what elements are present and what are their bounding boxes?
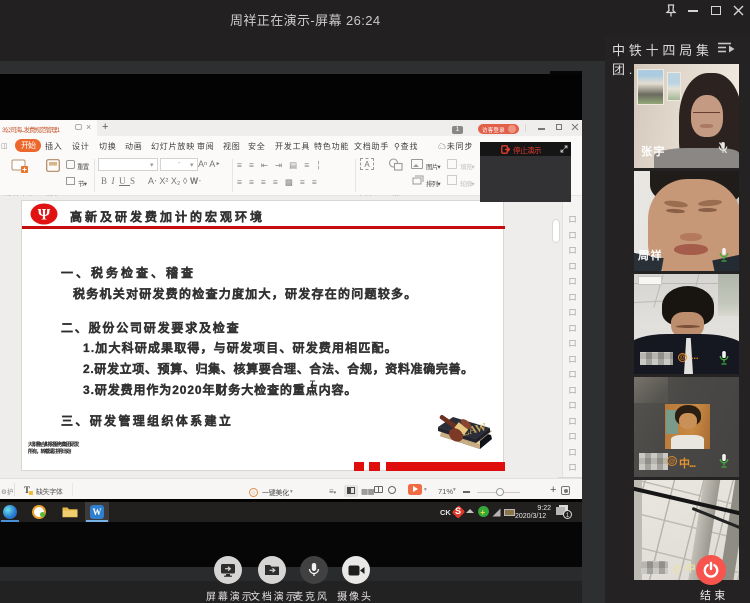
svg-text:Ψ: Ψ	[38, 207, 51, 224]
